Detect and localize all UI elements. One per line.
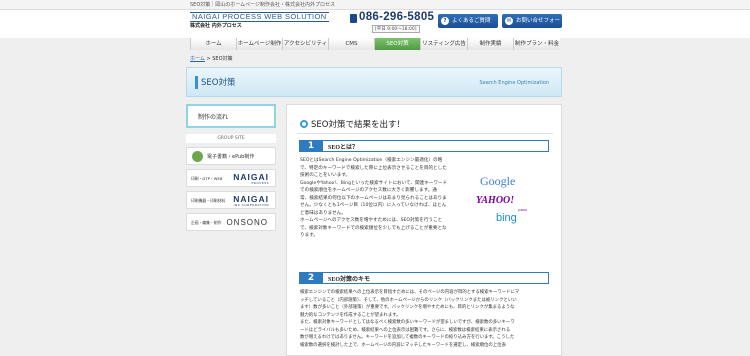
section-number: 1 bbox=[299, 140, 323, 152]
content-heading: SEO対策で結果を出す！ bbox=[300, 118, 405, 130]
breadcrumb-separator: > bbox=[206, 56, 211, 62]
text-line: ます）数が多いこと（外部施策）が重要です。バックリンクを増やすためにも、目的とリ… bbox=[300, 305, 515, 310]
yahoo-logo: YAHOO! bbox=[476, 195, 515, 206]
nav-plans-pricing[interactable]: 制作プラン・料金 bbox=[513, 38, 560, 50]
section1-text: SEOとはSearch Engine Optimization（検索エンジン最適… bbox=[300, 157, 472, 240]
section-heading-1: 1 SEOとは？ bbox=[299, 140, 549, 152]
phone-number: 086-296-5805 bbox=[359, 11, 435, 23]
text-line: 技術のことをいいます。 bbox=[300, 173, 351, 178]
text-line: GoogleやYahoo!、Bingといった検索サイトにおいて、関連キーワード bbox=[300, 180, 448, 186]
logo[interactable]: NAIGAI PROCESS WEB SOLUTION bbox=[190, 12, 329, 22]
breadcrumb-current: SEO対策 bbox=[212, 56, 233, 62]
global-nav: ホーム ホームページ制作 アクセシビリティ CMS SEO対策 リスティング広告… bbox=[190, 38, 560, 50]
text-line: SEOとはSearch Engine Optimization（検索エンジン最適… bbox=[300, 158, 443, 163]
search-engine-logos: Google YAHOO! JAPAN bing bbox=[472, 168, 550, 228]
text-line: ど意味はありません。 bbox=[300, 210, 346, 216]
text-line: せん。少なくとも1ページ目（10位以内）に入っていなければ、ほとん bbox=[300, 203, 447, 208]
mail-icon: ✉ bbox=[505, 17, 513, 25]
sidebar-item-naigai-process[interactable]: 印刷・DTP・WEB NAIGAI PROCESS bbox=[186, 169, 276, 187]
phone-icon bbox=[350, 14, 357, 23]
page-subtitle: Search Engine Optimization bbox=[479, 80, 549, 86]
section-title: SEO対策のキモ bbox=[328, 277, 371, 283]
text-line: また、検索対象キーワードとしてはなるべく検索数の多いキーワードが望ましいですが、… bbox=[300, 320, 515, 325]
faq-label: よくあるご質問 bbox=[452, 18, 491, 24]
chevron-right-icon: ››› bbox=[198, 112, 207, 118]
logo-company-name: 株式会社 内外プロセス bbox=[190, 23, 242, 29]
sidebar: 制作の流れ ››› GROUP SITE 電子書籍・ePub制作 印刷・DTP・… bbox=[186, 104, 278, 356]
group-site-heading: GROUP SITE bbox=[186, 134, 276, 143]
faq-button[interactable]: ? よくあるご質問 bbox=[438, 14, 498, 28]
page-banner: SEO対策 Search Engine Optimization bbox=[186, 67, 562, 97]
nav-works[interactable]: 制作実績 bbox=[467, 38, 513, 50]
text-line: ードほどライバルも多いため、検索結果への上位表示は困難です。さらに、検索数は検索… bbox=[300, 327, 511, 333]
breadcrumb: ホーム > SEO対策 bbox=[190, 55, 233, 62]
text-line: で、特定のキーワードで検索した際に上位表示させることを目的とした bbox=[300, 165, 447, 171]
banner-accent-bar bbox=[195, 76, 198, 89]
sidebar-item-naigai-ink[interactable]: 印刷機器・印刷材料 NAIGAI INK CORPORATION bbox=[186, 191, 276, 209]
section-heading-2: 2 SEO対策のキモ bbox=[299, 272, 549, 284]
circle-icon bbox=[300, 120, 308, 128]
sidebar-flow-link[interactable]: 制作の流れ ››› bbox=[186, 104, 276, 128]
section-number: 2 bbox=[299, 272, 323, 284]
text-line: ッチしていること（内部施策）、そして、他のホームページからのリンク（バックリンク… bbox=[300, 297, 517, 303]
sidebar-item-caption: 企画・編集・制作 bbox=[191, 220, 222, 225]
bing-logo: bing bbox=[496, 212, 517, 224]
help-icon: ? bbox=[441, 17, 449, 25]
nav-cms[interactable]: CMS bbox=[328, 38, 374, 50]
naigai-logo-sub: PROCESS bbox=[251, 181, 269, 185]
top-bar: SEO対策｜岡山のホームページ制作会社・株式会社内外プロセス bbox=[0, 0, 750, 10]
main-content: SEO対策で結果を出す！ 1 SEOとは？ SEOとはSearch Engine… bbox=[286, 104, 562, 356]
divider bbox=[297, 133, 553, 134]
site-tagline: SEO対策｜岡山のホームページ制作会社・株式会社内外プロセス bbox=[190, 2, 336, 8]
text-line: 検索エンジンでの検索結果への上位表示を目指すためには、そのページの内容が目的とす… bbox=[300, 290, 520, 295]
nav-web-production[interactable]: ホームページ制作 bbox=[236, 38, 282, 50]
onsono-logo: ONSONO bbox=[226, 218, 268, 227]
sidebar-item-onsono[interactable]: 企画・編集・制作 ONSONO bbox=[186, 213, 276, 231]
section2-text: 検索エンジンでの検索結果への上位表示を目指すためには、そのページの内容が目的とす… bbox=[300, 289, 556, 349]
sidebar-item-ebook[interactable]: 電子書籍・ePub制作 bbox=[186, 147, 276, 165]
nav-accessibility[interactable]: アクセシビリティ bbox=[282, 38, 328, 50]
text-line: での検索順位をホームページのアクセス数に大きく影響します。通 bbox=[300, 188, 437, 193]
page-title: SEO対策 bbox=[201, 78, 236, 88]
content-heading-text: SEO対策で結果を出す！ bbox=[311, 120, 405, 130]
text-line: ホームページへのアクセス数を増やすためには、SEO対策を行うこと bbox=[300, 218, 443, 223]
text-line: 検索数の選択を検討した上で、ホームページの内容にマッチしたキーワードを選定し、検… bbox=[300, 342, 506, 348]
google-logo: Google bbox=[480, 174, 515, 189]
nav-seo[interactable]: SEO対策 bbox=[374, 38, 420, 50]
text-line: で、検索対象キーワードでの検索順位を少しでも上げることが重要とな bbox=[300, 225, 447, 231]
text-line: 常、検索結果の何位以下のホームページはあまり見られることはありま bbox=[300, 195, 447, 201]
google-wordmark: Google bbox=[480, 174, 516, 188]
sidebar-item-label: 電子書籍・ePub制作 bbox=[207, 154, 255, 160]
text-line: ります。 bbox=[300, 233, 318, 238]
contact-button[interactable]: ✉ お問い合せフォーム bbox=[502, 14, 562, 38]
sidebar-item-caption: 印刷機器・印刷材料 bbox=[191, 198, 226, 203]
text-line: 魅力的なコンテンツを作成することが望まれます。 bbox=[300, 312, 401, 318]
text-line: 数が増えるわけではありません。キーワードを追加して複数のキーワードの絞り込み方を… bbox=[300, 335, 515, 340]
yahoo-japan-sub: JAPAN bbox=[518, 208, 527, 212]
nav-home[interactable]: ホーム bbox=[190, 38, 236, 50]
breadcrumb-home[interactable]: ホーム bbox=[190, 56, 205, 62]
section-title: SEOとは？ bbox=[328, 145, 359, 151]
ebook-icon bbox=[192, 151, 203, 162]
sidebar-item-caption: 印刷・DTP・WEB bbox=[191, 176, 223, 181]
naigai-ink-logo-sub: INK CORPORATION bbox=[233, 203, 269, 207]
nav-listing-ads[interactable]: リスティング広告 bbox=[420, 38, 467, 50]
business-hours: [平日 9:00〜18:00] bbox=[372, 25, 420, 33]
